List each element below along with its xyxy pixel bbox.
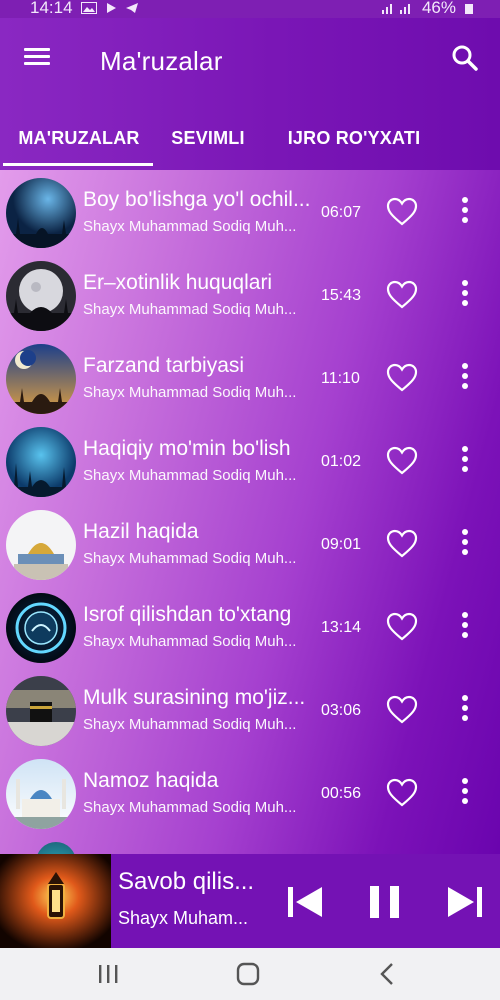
list-item[interactable]: Er–xotinlik huquqlari Shayx Muhammad Sod… [0, 253, 500, 336]
heart-outline-icon[interactable] [385, 777, 419, 809]
lecture-duration: 15:43 [321, 287, 362, 304]
more-vert-icon[interactable] [452, 692, 478, 728]
app-bar: Ma'ruzalar MA'RUZALAR SEVIMLI IJRO RO'YX… [0, 18, 500, 170]
tab-indicator [3, 163, 153, 166]
list-item[interactable]: Hazil haqida Shayx Muhammad Sodiq Muh...… [0, 502, 500, 585]
lecture-author: Shayx Muhammad Sodiq Muh... [83, 633, 297, 650]
lecture-thumbnail [6, 593, 76, 663]
heart-outline-icon[interactable] [385, 694, 419, 726]
lecture-duration: 03:06 [321, 702, 362, 719]
back-icon[interactable] [372, 960, 404, 988]
lecture-title: Farzand tarbiyasi [83, 354, 245, 377]
telegram-notification-icon [125, 2, 139, 14]
list-item[interactable]: Boy bo'lishga yo'l ochil... Shayx Muhamm… [0, 170, 500, 253]
lecture-thumbnail [6, 676, 76, 746]
lecture-thumbnail [6, 427, 76, 497]
signal-icon [380, 2, 414, 14]
more-vert-icon[interactable] [452, 277, 478, 313]
player-author: Shayx Muham... [118, 908, 249, 928]
lecture-duration: 06:07 [321, 204, 362, 221]
lecture-thumbnail-partial [36, 842, 76, 854]
lecture-duration: 11:10 [321, 370, 360, 387]
status-bar: 14:14 46% [0, 0, 500, 18]
lecture-author: Shayx Muhammad Sodiq Muh... [83, 467, 297, 484]
heart-outline-icon[interactable] [385, 528, 419, 560]
more-vert-icon[interactable] [452, 526, 478, 562]
tab-sevimli[interactable]: SEVIMLI [156, 114, 260, 162]
lecture-author: Shayx Muhammad Sodiq Muh... [83, 716, 297, 733]
heart-outline-icon[interactable] [385, 362, 419, 394]
more-vert-icon[interactable] [452, 775, 478, 811]
lecture-thumbnail [6, 759, 76, 829]
list-item[interactable]: Mulk surasining mo'jiz... Shayx Muhammad… [0, 668, 500, 751]
image-notification-icon [80, 2, 97, 14]
play-notification-icon [105, 2, 117, 14]
status-time: 14:14 [30, 0, 73, 17]
more-vert-icon[interactable] [452, 609, 478, 645]
lecture-title: Mulk surasining mo'jiz... [83, 686, 306, 709]
lecture-thumbnail [6, 261, 76, 331]
recent-apps-icon[interactable] [92, 960, 124, 988]
lecture-thumbnail [6, 178, 76, 248]
lecture-author: Shayx Muhammad Sodiq Muh... [83, 384, 297, 401]
lecture-title: Haqiqiy mo'min bo'lish [83, 437, 291, 460]
tab-bar: MA'RUZALAR SEVIMLI IJRO RO'YXATI [0, 114, 500, 170]
lecture-title: Namoz haqida [83, 769, 219, 792]
system-nav-bar [0, 948, 500, 1000]
tab-maruzalar[interactable]: MA'RUZALAR [0, 114, 156, 162]
skip-next-icon[interactable] [446, 883, 484, 921]
heart-outline-icon[interactable] [385, 196, 419, 228]
more-vert-icon[interactable] [452, 443, 478, 479]
player-title: Savob qilis... [118, 868, 255, 895]
list-item[interactable]: Haqiqiy mo'min bo'lish Shayx Muhammad So… [0, 419, 500, 502]
battery-percent: 46% [421, 0, 456, 17]
lecture-author: Shayx Muhammad Sodiq Muh... [83, 799, 297, 816]
lecture-author: Shayx Muhammad Sodiq Muh... [83, 218, 297, 235]
lecture-title: Er–xotinlik huquqlari [83, 271, 273, 294]
lecture-author: Shayx Muhammad Sodiq Muh... [83, 301, 297, 318]
lecture-list[interactable]: Boy bo'lishga yo'l ochil... Shayx Muhamm… [0, 170, 500, 854]
lecture-thumbnail [6, 344, 76, 414]
heart-outline-icon[interactable] [385, 279, 419, 311]
list-item[interactable]: Namoz haqida Shayx Muhammad Sodiq Muh...… [0, 751, 500, 834]
more-vert-icon[interactable] [452, 360, 478, 396]
battery-icon [464, 2, 474, 14]
list-item[interactable]: Isrof qilishdan to'xtang Shayx Muhammad … [0, 585, 500, 668]
lecture-duration: 01:02 [321, 453, 362, 470]
heart-outline-icon[interactable] [385, 445, 419, 477]
mini-player[interactable]: Savob qilis... Shayx Muham... [0, 854, 500, 948]
lecture-duration: 00:56 [321, 785, 362, 802]
tab-ijro-royxati[interactable]: IJRO RO'YXATI [260, 114, 448, 162]
page-title: Ma'ruzalar [100, 46, 223, 76]
lecture-author: Shayx Muhammad Sodiq Muh... [83, 550, 297, 567]
list-item[interactable]: Farzand tarbiyasi Shayx Muhammad Sodiq M… [0, 336, 500, 419]
lecture-thumbnail [6, 510, 76, 580]
lecture-duration: 13:14 [321, 619, 362, 636]
home-icon[interactable] [232, 960, 264, 988]
lecture-title: Hazil haqida [83, 520, 199, 543]
menu-icon[interactable] [22, 44, 56, 74]
search-icon[interactable] [448, 42, 482, 76]
pause-icon[interactable] [366, 883, 404, 921]
skip-previous-icon[interactable] [286, 883, 324, 921]
lecture-title: Isrof qilishdan to'xtang [83, 603, 292, 626]
lecture-title: Boy bo'lishga yo'l ochil... [83, 188, 311, 211]
heart-outline-icon[interactable] [385, 611, 419, 643]
more-vert-icon[interactable] [452, 194, 478, 230]
player-artwork [0, 854, 111, 948]
lecture-duration: 09:01 [321, 536, 362, 553]
